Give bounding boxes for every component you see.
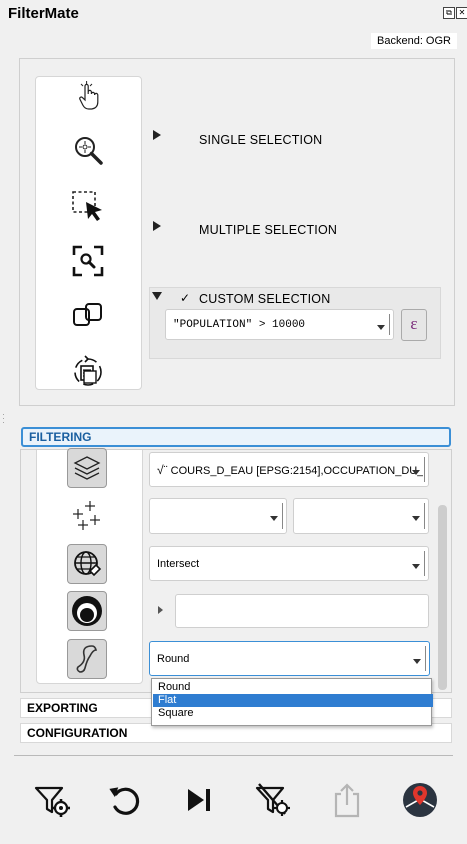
custom-selection-label[interactable]: CUSTOM SELECTION — [199, 292, 330, 306]
layers-icon — [73, 456, 101, 480]
cap-style-value: Round — [157, 652, 190, 665]
buffer-button[interactable] — [67, 591, 107, 631]
buffer-input[interactable] — [175, 594, 429, 628]
undo-icon[interactable] — [106, 780, 146, 820]
geo-predicate-combo[interactable]: Intersect — [149, 546, 429, 581]
chevron-down-icon — [412, 563, 420, 569]
filter-combo-a[interactable] — [149, 498, 287, 534]
chevron-down-icon — [377, 324, 385, 330]
close-window-button[interactable]: ✕ — [456, 7, 467, 19]
layers-combo-value: COURS_D_EAU [EPSG:2154],OCCUPATION_DU_ — [170, 464, 424, 477]
cap-style-button[interactable] — [67, 639, 107, 679]
toolbar-divider — [14, 755, 453, 756]
layers-button[interactable] — [67, 448, 107, 488]
chevron-down-icon — [412, 516, 420, 521]
combo-separator — [424, 551, 425, 576]
splitter-handle[interactable]: · · · — [2, 410, 5, 427]
export-icon[interactable] — [327, 780, 367, 820]
filter-combo-b[interactable] — [293, 498, 429, 534]
combo-separator — [389, 314, 390, 335]
vector-layer-icon: √¨ — [157, 462, 168, 477]
app-title: FilterMate — [8, 5, 79, 22]
custom-expression-combo[interactable]: "POPULATION" > 10000 — [165, 309, 394, 340]
pointer-select-icon[interactable] — [76, 81, 102, 111]
geo-predicate-button[interactable] — [67, 544, 107, 584]
chevron-down-icon — [412, 469, 420, 475]
collapse-arrow-icon[interactable] — [152, 292, 162, 300]
curve-icon — [76, 645, 98, 673]
cap-style-dropdown: Round Flat Square — [151, 678, 433, 726]
combo-separator — [424, 457, 425, 482]
expression-value: "POPULATION" > 10000 — [173, 318, 306, 331]
cap-style-option-round[interactable]: Round — [153, 681, 433, 694]
expand-arrow-icon[interactable] — [153, 221, 161, 231]
multiple-selection-label[interactable]: MULTIPLE SELECTION — [199, 223, 337, 237]
skip-next-icon[interactable] — [180, 780, 220, 820]
cap-style-option-square[interactable]: Square — [153, 707, 433, 720]
combo-separator — [424, 503, 425, 529]
combo-separator — [282, 503, 283, 529]
expression-builder-button[interactable]: ε — [401, 309, 427, 341]
chevron-down-icon — [270, 516, 278, 521]
single-selection-label[interactable]: SINGLE SELECTION — [199, 133, 322, 147]
globe-icon — [74, 551, 102, 577]
backend-indicator: Backend: OGR — [371, 33, 457, 49]
float-window-button[interactable]: ⧉ — [443, 7, 455, 19]
buffer-icon — [72, 596, 102, 626]
checkmark-icon: ✓ — [180, 291, 191, 305]
zoom-select-icon[interactable] — [73, 135, 105, 167]
chevron-down-icon — [413, 658, 421, 664]
selection-history-icon[interactable] — [71, 355, 105, 387]
linked-layers-icon[interactable] — [72, 302, 104, 330]
section-configuration[interactable]: CONFIGURATION — [20, 723, 452, 743]
reset-filter-icon[interactable] — [253, 780, 293, 820]
cap-style-option-flat[interactable]: Flat — [153, 694, 433, 707]
filtering-scrollbar[interactable] — [438, 505, 447, 690]
expand-arrow-icon[interactable] — [158, 606, 163, 614]
map-location-icon[interactable] — [400, 780, 440, 820]
cap-style-combo[interactable]: Round — [149, 641, 430, 676]
selection-tools-column — [35, 76, 142, 390]
combo-separator — [425, 646, 426, 671]
layers-combo[interactable]: √¨ COURS_D_EAU [EPSG:2154],OCCUPATION_DU… — [149, 452, 429, 487]
section-filtering[interactable]: FILTERING — [21, 427, 451, 447]
geo-predicate-value: Intersect — [157, 557, 200, 570]
filter-settings-icon[interactable] — [33, 780, 73, 820]
add-points-icon[interactable] — [70, 499, 106, 531]
rectangle-select-icon[interactable] — [71, 190, 105, 222]
expand-arrow-icon[interactable] — [153, 130, 161, 140]
zoom-to-selection-icon[interactable] — [72, 245, 104, 277]
